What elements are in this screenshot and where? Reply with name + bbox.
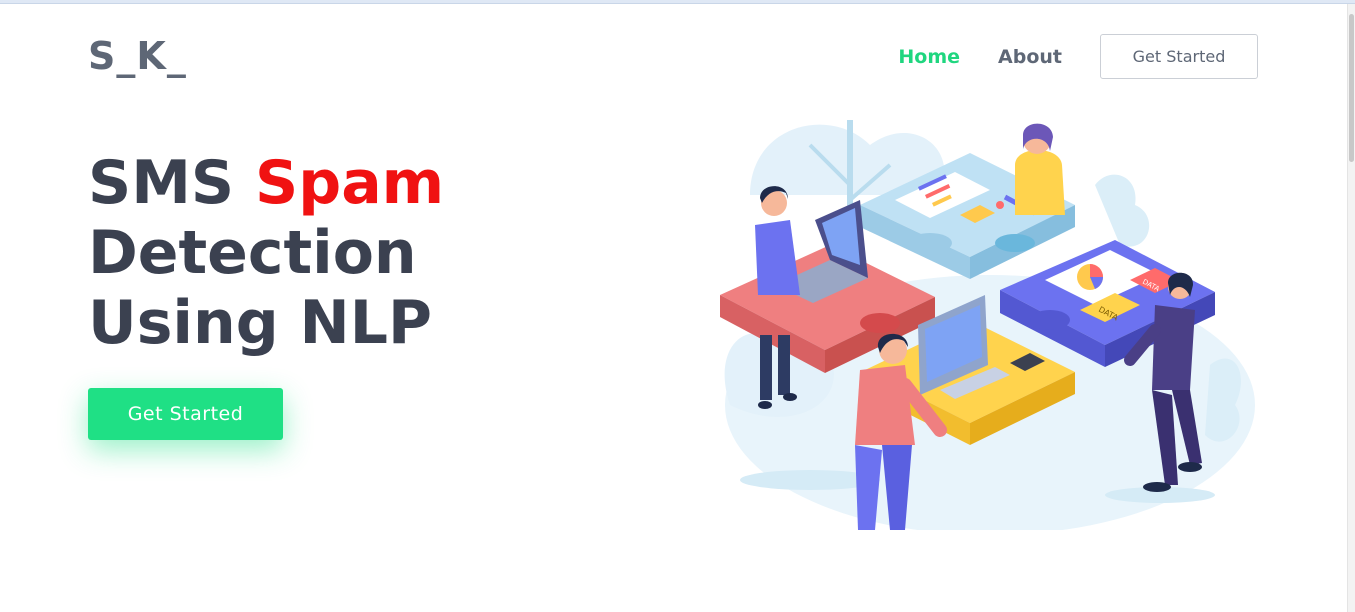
woman-figure <box>1015 123 1065 215</box>
scrollbar-thumb[interactable] <box>1349 14 1354 162</box>
teamwork-puzzle-illustration: DATA DATA <box>720 120 1255 530</box>
nav-get-started-button[interactable]: Get Started <box>1100 34 1258 79</box>
site-logo[interactable]: S_K_ <box>88 34 187 78</box>
hero-title: SMS Spam Detection Using NLP <box>88 148 628 358</box>
nav-link-home[interactable]: Home <box>898 46 960 68</box>
nav-link-about[interactable]: About <box>998 46 1062 68</box>
hero-title-part2: Detection Using NLP <box>88 218 432 358</box>
hero-title-part1: SMS <box>88 148 256 218</box>
hero-get-started-button[interactable]: Get Started <box>88 388 283 440</box>
page-scrollbar[interactable] <box>1347 4 1355 612</box>
main-nav: Home About Get Started <box>898 34 1258 79</box>
hero-title-accent: Spam <box>255 148 445 218</box>
browser-top-strip <box>0 0 1355 4</box>
